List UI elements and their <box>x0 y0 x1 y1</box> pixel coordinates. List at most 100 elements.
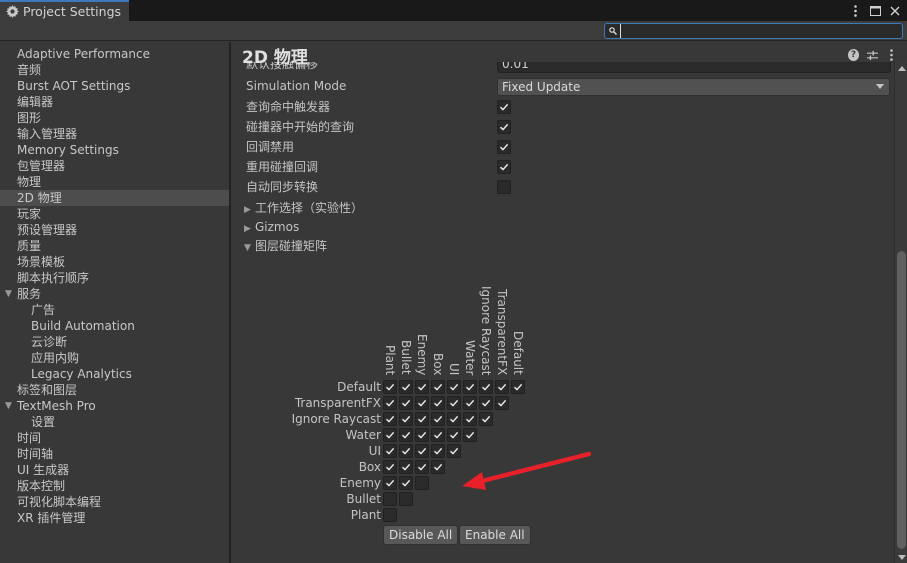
matrix-checkbox[interactable] <box>415 412 429 426</box>
sidebar-item[interactable]: Burst AOT Settings <box>0 78 229 94</box>
sidebar-item[interactable]: 玩家 <box>0 206 229 222</box>
matrix-checkbox[interactable] <box>383 396 397 410</box>
vertical-scrollbar[interactable] <box>894 62 907 563</box>
matrix-checkbox[interactable] <box>431 412 445 426</box>
sidebar-item[interactable]: 标签和图层 <box>0 382 229 398</box>
matrix-checkbox[interactable] <box>399 476 413 490</box>
sidebar-item[interactable]: 输入管理器 <box>0 126 229 142</box>
sidebar-item[interactable]: 时间 <box>0 430 229 446</box>
matrix-checkbox[interactable] <box>447 444 461 458</box>
simulation-mode-dropdown[interactable]: Fixed Update <box>497 78 890 96</box>
matrix-checkbox[interactable] <box>415 476 429 490</box>
search-field[interactable] <box>604 23 903 39</box>
matrix-checkbox[interactable] <box>431 428 445 442</box>
sidebar-item[interactable]: UI 生成器 <box>0 462 229 478</box>
toggle-checkbox[interactable] <box>497 100 511 114</box>
sidebar-item[interactable]: 图形 <box>0 110 229 126</box>
sidebar-item[interactable]: Legacy Analytics <box>0 366 229 382</box>
matrix-checkbox[interactable] <box>415 460 429 474</box>
matrix-checkbox[interactable] <box>463 380 477 394</box>
sidebar-item[interactable]: 物理 <box>0 174 229 190</box>
matrix-checkbox[interactable] <box>463 396 477 410</box>
sidebar-item[interactable]: 脚本执行顺序 <box>0 270 229 286</box>
matrix-checkbox[interactable] <box>383 476 397 490</box>
matrix-checkbox[interactable] <box>415 428 429 442</box>
sidebar-item[interactable]: 可视化脚本编程 <box>0 494 229 510</box>
sidebar-item[interactable]: 版本控制 <box>0 478 229 494</box>
matrix-checkbox[interactable] <box>447 396 461 410</box>
matrix-checkbox[interactable] <box>431 396 445 410</box>
matrix-checkbox[interactable] <box>431 380 445 394</box>
matrix-checkbox[interactable] <box>399 492 413 506</box>
sidebar-item[interactable]: ▼ TextMesh Pro <box>0 398 229 414</box>
sidebar-item[interactable]: 包管理器 <box>0 158 229 174</box>
scroll-up-icon[interactable] <box>898 66 906 71</box>
scroll-down-icon[interactable] <box>898 555 906 560</box>
sidebar-item[interactable]: 广告 <box>0 302 229 318</box>
foldout-header[interactable]: ▶ Gizmos <box>244 218 299 236</box>
foldout-header[interactable]: ▶ 工作选择（实验性） <box>244 199 363 217</box>
matrix-checkbox[interactable] <box>447 380 461 394</box>
sidebar-item[interactable]: 质量 <box>0 238 229 254</box>
matrix-checkbox[interactable] <box>495 380 509 394</box>
matrix-checkbox[interactable] <box>399 444 413 458</box>
maximize-icon[interactable] <box>869 4 881 18</box>
matrix-checkbox[interactable] <box>399 460 413 474</box>
sidebar-item[interactable]: Memory Settings <box>0 142 229 158</box>
matrix-checkbox[interactable] <box>479 412 493 426</box>
toggle-checkbox[interactable] <box>497 120 511 134</box>
enable-all-button[interactable]: Enable All <box>459 525 531 545</box>
toggle-checkbox[interactable] <box>497 160 511 174</box>
matrix-checkbox[interactable] <box>415 380 429 394</box>
matrix-checkbox[interactable] <box>399 380 413 394</box>
sidebar-item[interactable]: XR 插件管理 <box>0 510 229 526</box>
sidebar-item[interactable]: 设置 <box>0 414 229 430</box>
sidebar-item[interactable]: Adaptive Performance <box>0 46 229 62</box>
matrix-checkbox[interactable] <box>383 492 397 506</box>
foldout-header[interactable]: ▼ 图层碰撞矩阵 <box>244 237 327 255</box>
sidebar-item[interactable]: 编辑器 <box>0 94 229 110</box>
matrix-checkbox[interactable] <box>399 428 413 442</box>
matrix-checkbox[interactable] <box>415 396 429 410</box>
expand-triangle-icon[interactable]: ▼ <box>5 398 12 414</box>
matrix-checkbox[interactable] <box>463 428 477 442</box>
default-contact-offset-field[interactable]: 0.01 <box>497 62 891 73</box>
sidebar-item[interactable]: 2D 物理 <box>0 190 229 206</box>
matrix-checkbox[interactable] <box>495 396 509 410</box>
expand-triangle-icon[interactable]: ▼ <box>5 286 12 302</box>
matrix-checkbox[interactable] <box>479 396 493 410</box>
help-icon[interactable]: ? <box>848 49 859 61</box>
matrix-checkbox[interactable] <box>511 380 525 394</box>
matrix-checkbox[interactable] <box>479 380 493 394</box>
matrix-checkbox[interactable] <box>447 412 461 426</box>
search-input[interactable] <box>620 24 902 38</box>
matrix-checkbox[interactable] <box>383 380 397 394</box>
matrix-checkbox[interactable] <box>431 460 445 474</box>
toggle-checkbox[interactable] <box>497 140 511 154</box>
matrix-checkbox[interactable] <box>447 428 461 442</box>
matrix-checkbox[interactable] <box>383 460 397 474</box>
matrix-checkbox[interactable] <box>431 444 445 458</box>
preset-icon[interactable] <box>867 49 878 61</box>
disable-all-button[interactable]: Disable All <box>383 525 459 545</box>
sidebar-item[interactable]: ▼ 服务 <box>0 286 229 302</box>
matrix-checkbox[interactable] <box>463 412 477 426</box>
matrix-checkbox[interactable] <box>415 444 429 458</box>
sidebar-item[interactable]: 时间轴 <box>0 446 229 462</box>
close-icon[interactable] <box>889 4 901 18</box>
toggle-checkbox[interactable] <box>497 180 511 194</box>
sidebar-item[interactable]: Build Automation <box>0 318 229 334</box>
more-options-icon[interactable] <box>886 49 897 61</box>
sidebar-item[interactable]: 音频 <box>0 62 229 78</box>
more-options-icon[interactable] <box>849 4 861 18</box>
matrix-checkbox[interactable] <box>383 412 397 426</box>
scrollbar-thumb[interactable] <box>897 251 906 549</box>
matrix-checkbox[interactable] <box>399 396 413 410</box>
tab-project-settings[interactable]: Project Settings <box>0 0 129 21</box>
matrix-checkbox[interactable] <box>383 444 397 458</box>
matrix-checkbox[interactable] <box>383 428 397 442</box>
matrix-checkbox[interactable] <box>399 412 413 426</box>
sidebar-item[interactable]: 应用内购 <box>0 350 229 366</box>
matrix-checkbox[interactable] <box>383 508 397 522</box>
sidebar-item[interactable]: 云诊断 <box>0 334 229 350</box>
